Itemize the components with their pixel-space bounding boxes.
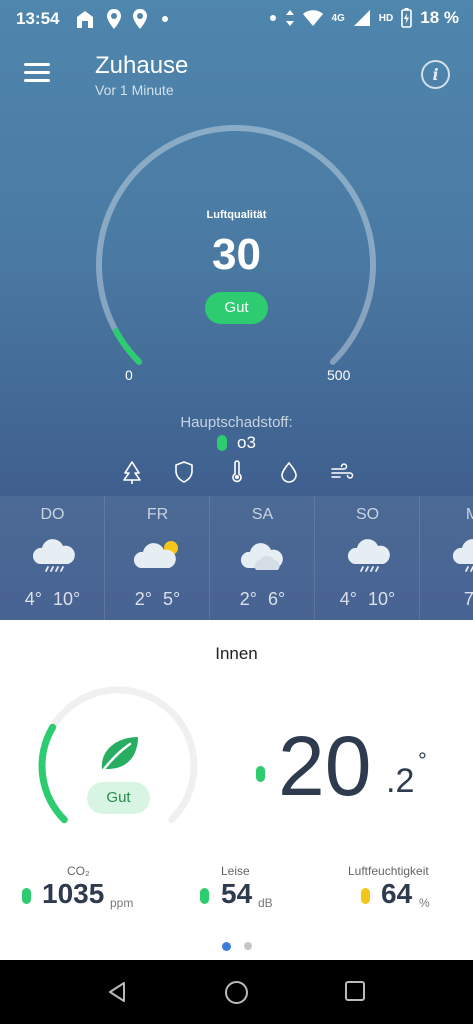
scale-max: 500 [327,367,351,383]
back-button[interactable] [105,980,129,1004]
forecast-day-name: SO [355,506,380,523]
metric-value: 1035 [42,878,105,909]
forecast-low: 4° [339,589,357,609]
main-pollutant-label: Hauptschadstoff: [180,414,293,431]
metric-status-indicator [361,888,370,904]
forecast-high: 5° [163,589,181,609]
forecast-day-name: M [465,506,473,523]
tree-icon[interactable] [121,460,143,484]
forecast-temps: 2° 5° [105,589,210,610]
forecast-low: 2° [239,589,257,609]
shield-icon[interactable] [173,460,195,484]
air-quality-status-badge: Gut [205,292,268,324]
forecast-day[interactable]: SA 2° 6° [210,496,315,620]
metric-label: CO₂ [67,864,90,878]
aqi-gauge-fill [112,328,143,365]
forecast-temps: 4° 10° [315,589,420,610]
forecast-day-name: DO [40,506,65,523]
thermometer-icon[interactable] [226,460,248,484]
metric-unit: dB [258,896,273,910]
system-nav-bar [0,960,473,1024]
forecast-day[interactable]: SO 4° 10° [315,496,420,620]
metric-status-indicator [200,888,209,904]
metric-status-indicator [22,888,31,904]
page-indicator[interactable] [0,942,473,951]
leaf-icon [101,737,138,771]
forecast-temps: 4° 10° [0,589,105,610]
wind-icon[interactable] [330,460,354,484]
outdoor-panel: 13:54 4G HD 18 % Zuhause Vor 1 Minute i … [0,0,473,620]
cloud-icon [240,543,283,570]
rain-cloud-icon [452,539,473,572]
indoor-panel: Innen Gut 20 .2 ° CO₂ 1035 ppm Leise 54 … [0,620,473,960]
partly-sunny-icon [133,541,178,568]
metric-value: 64 [381,878,413,909]
main-pollutant: o3 [0,433,473,453]
metric-co2: CO₂ 1035 ppm [22,864,162,914]
metric-unit: ppm [110,896,134,910]
metric-value: 54 [221,878,253,909]
recents-button[interactable] [344,980,366,1002]
forecast-temps: 7° [420,589,473,610]
air-quality-label: Luftqualität [206,209,267,221]
forecast-temps: 2° 6° [210,589,315,610]
metric-label: Leise [221,864,250,878]
pollutant-status-indicator [217,435,228,451]
forecast-day[interactable]: DO 4° 10° [0,496,105,620]
metric-humidity: Luftfeuchtigkeit 64 % [348,864,468,914]
forecast-low: 4° [24,589,42,609]
forecast-day-name: FR [146,506,169,523]
forecast-high: 10° [368,589,396,609]
rain-cloud-icon [32,539,75,572]
forecast-day[interactable]: M 7° [420,496,473,620]
indoor-status-badge: Gut [87,782,150,814]
pollutant-name: o3 [237,433,256,452]
metric-label: Luftfeuchtigkeit [348,864,429,878]
temperature-integer: 20 [278,719,372,813]
forecast-high: 10° [53,589,81,609]
home-button[interactable] [224,980,249,1005]
forecast-low: 2° [134,589,152,609]
forecast-day-name: SA [251,506,274,523]
temperature-unit: ° [418,748,427,773]
scale-min: 0 [125,367,133,383]
page-dot[interactable] [221,942,231,951]
air-quality-value: 30 [212,230,261,279]
forecast-low: 7° [463,589,473,609]
forecast-high: 6° [268,589,286,609]
indoor-gauge-fill [38,723,68,824]
temperature-status-indicator [256,766,265,782]
category-icons [0,460,473,486]
metric-unit: % [419,896,430,910]
temperature-decimal: .2 [386,762,415,800]
metric-noise: Leise 54 dB [200,864,300,914]
indoor-temperature: 20 .2 ° [256,719,456,813]
rain-cloud-icon [347,539,390,572]
page-dot[interactable] [243,942,252,950]
drop-icon[interactable] [278,460,300,484]
forecast-day[interactable]: FR 2° 5° [105,496,210,620]
forecast-row[interactable]: DO 4° 10° FR 2° 5° SA 2° 6° SO 4° 10° M 7° [0,496,473,620]
